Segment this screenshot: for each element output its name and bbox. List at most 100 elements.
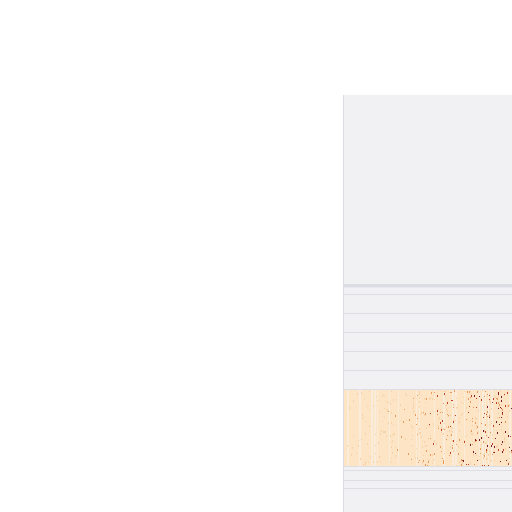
heatmap-cell [416,424,417,425]
heatmap-cell [486,451,487,453]
heatmap-cell [502,451,503,453]
heatmap-cell [452,400,453,401]
heatmap-cell [375,453,376,454]
heatmap-cell [508,463,509,465]
heatmap-cell [488,437,489,438]
heatmap-cell [503,451,504,452]
heatmap-cell [459,461,460,463]
track-list [344,288,512,489]
heatmap-cell [373,405,374,407]
track-row[interactable] [344,481,512,489]
heatmap-cell [404,409,405,410]
heatmap-cell [405,393,406,394]
heatmap-cell [469,406,470,407]
track-row[interactable] [344,352,512,371]
heatmap-cell [487,394,488,395]
heatmap-band [347,390,349,466]
heatmap-cell [490,442,491,443]
heatmap-cell [365,461,366,463]
heatmap-cell [412,427,413,429]
heatmap-cell [483,441,484,443]
heatmap-cell [452,427,453,429]
heatmap-band [416,390,417,466]
track-row[interactable] [344,295,512,314]
heatmap-cell [459,421,460,422]
heatmap-cell [375,434,376,435]
heatmap-cell [488,465,489,466]
heatmap-cell [353,436,354,437]
heatmap-cell [489,415,490,417]
track-row[interactable] [344,471,512,481]
heatmap-cell [468,398,469,400]
heatmap-cell [369,391,370,392]
heatmap-cell [498,413,499,414]
heatmap-cell [401,436,402,438]
heatmap-cell [423,412,424,413]
heatmap-cell [470,444,471,446]
heatmap-cell [417,395,418,396]
heatmap-cell [508,405,509,407]
heatmap-cell [430,413,431,414]
heatmap-cell [498,406,499,408]
heatmap-cell [436,443,437,445]
heatmap-cell [483,417,484,418]
heatmap-cell [394,433,395,435]
heatmap-cell [481,437,482,439]
heatmap-cell [462,462,463,464]
heatmap-cell [451,430,452,432]
heatmap-cell [403,421,404,423]
heatmap-cell [391,423,392,424]
heatmap-cell [506,460,507,461]
heatmap-cell [441,427,442,429]
heatmap-cell [393,399,394,401]
track-row[interactable] [344,314,512,333]
heatmap-cell [453,421,454,423]
heatmap-cell [380,433,381,435]
heatmap-cell [450,392,451,393]
heatmap-cell [440,422,441,424]
heatmap-cell [485,424,486,426]
heatmap-cell [482,390,483,391]
heatmap-cell [488,454,489,456]
heatmap-cell [419,406,420,408]
heatmap-cell [496,402,497,404]
heatmap-cell [485,391,486,392]
heatmap-cell [425,413,426,415]
heatmap-canvas [347,390,512,466]
heatmap-cell [444,391,445,392]
heatmap-cell [479,439,480,441]
heatmap-cell [434,392,435,393]
heatmap-cell [431,392,432,394]
heatmap-cell [416,448,417,449]
heatmap-cell [510,436,511,437]
heatmap-cell [487,416,488,417]
heatmap-cell [351,454,352,456]
heatmap-cell [434,440,435,442]
heatmap-cell [451,392,452,393]
heatmap-cell [500,407,501,408]
heatmap-cell [446,426,447,428]
heatmap-cell [490,433,491,434]
heatmap-cell [444,429,445,430]
heatmap-cell [368,462,369,463]
track-row[interactable] [344,371,512,390]
heatmap-cell [430,454,431,456]
heatmap-cell [465,436,466,437]
heatmap-cell [505,431,506,433]
heatmap-cell [489,450,490,452]
heatmap-cell [507,405,508,407]
heatmap-cell [358,445,359,447]
track-row[interactable] [344,288,512,295]
heatmap-cell [443,462,444,464]
heatmap-cell [361,439,362,440]
heatmap-cell [430,397,431,399]
heatmap-cell [383,394,384,395]
heatmap-cell [430,435,431,436]
heatmap-cell [362,417,363,418]
heatmap-track[interactable] [344,390,512,467]
heatmap-cell [360,458,361,460]
heatmap-cell [414,396,415,397]
heatmap-cell [499,404,500,406]
heatmap-cell [477,460,478,461]
track-row[interactable] [344,333,512,352]
